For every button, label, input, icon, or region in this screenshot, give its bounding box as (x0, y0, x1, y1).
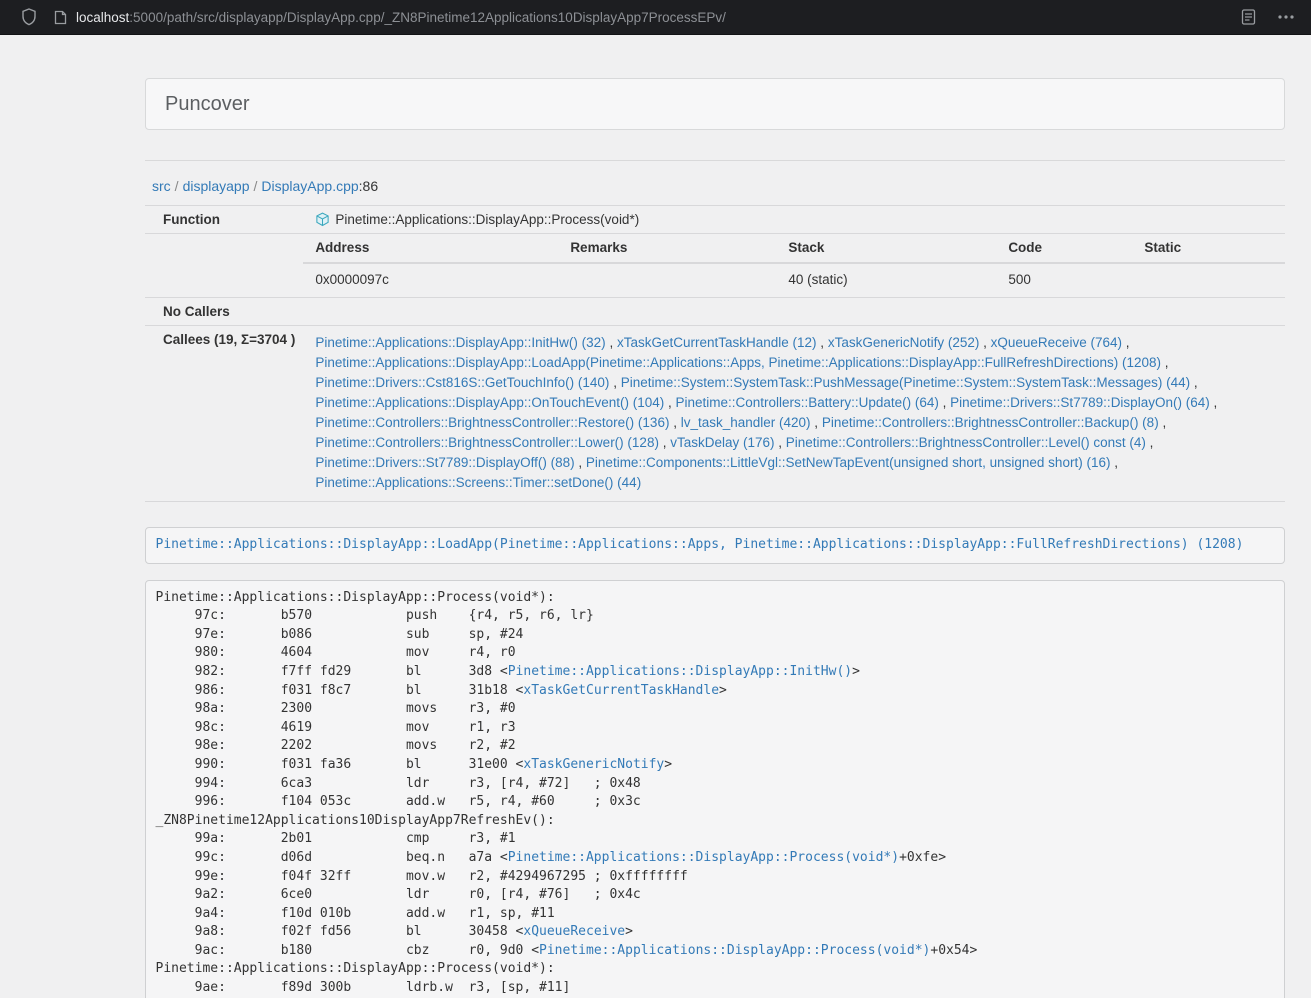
stats-row: AddressRemarksStackCodeStatic 0x0000097c… (145, 234, 1285, 298)
page-content: Puncover src/displayapp/DisplayApp.cpp:8… (145, 78, 1285, 998)
callee-link[interactable]: Pinetime::Controllers::BrightnessControl… (315, 415, 669, 430)
callee-separator: , (811, 415, 822, 430)
stats-value-stack: 40 (static) (776, 263, 996, 297)
callee-link[interactable]: lv_task_handler (420) (681, 415, 811, 430)
disassembly: Pinetime::Applications::DisplayApp::Proc… (145, 580, 1285, 998)
callee-separator: , (775, 435, 786, 450)
function-symbol-icon (315, 212, 330, 227)
stats-header-row: AddressRemarksStackCodeStatic (303, 234, 1285, 263)
callee-separator: , (1146, 435, 1154, 450)
callee-separator: , (939, 395, 950, 410)
callees-row: Callees (19, Σ=3704 ) Pinetime::Applicat… (145, 326, 1285, 502)
url-path: :5000/path/src/displayapp/DisplayApp.cpp… (129, 10, 726, 25)
browser-chrome: localhost:5000/path/src/displayapp/Displ… (0, 0, 1311, 35)
function-name: Pinetime::Applications::DisplayApp::Proc… (335, 212, 639, 227)
symbol-header-link[interactable]: Pinetime::Applications::DisplayApp::Load… (156, 537, 1244, 552)
callee-separator: , (669, 415, 680, 430)
callee-separator: , (1110, 455, 1118, 470)
tracking-shield-icon[interactable] (16, 4, 42, 30)
brand-link[interactable]: Puncover (165, 93, 250, 116)
callee-link[interactable]: xQueueReceive (764) (991, 335, 1122, 350)
page-icon (54, 10, 67, 25)
callee-separator: , (1190, 375, 1198, 390)
stats-value-code: 500 (996, 263, 1132, 297)
breadcrumb-link-displayapp.cpp[interactable]: DisplayApp.cpp (261, 178, 358, 194)
asm-symbol-link[interactable]: Pinetime::Applications::DisplayApp::Proc… (539, 943, 930, 958)
asm-symbol-link[interactable]: xQueueReceive (523, 924, 625, 939)
callee-link[interactable]: Pinetime::Controllers::BrightnessControl… (786, 435, 1146, 450)
stats-row-label (145, 234, 303, 298)
breadcrumb-separator: / (171, 178, 183, 194)
asm-symbol-link[interactable]: xTaskGenericNotify (523, 757, 664, 772)
callee-link[interactable]: Pinetime::System::SystemTask::PushMessag… (621, 375, 1190, 390)
symbol-header-box: Pinetime::Applications::DisplayApp::Load… (145, 527, 1285, 564)
breadcrumb: src/displayapp/DisplayApp.cpp:86 (145, 161, 1285, 205)
breadcrumb-link-displayapp[interactable]: displayapp (183, 178, 250, 194)
callee-separator: , (609, 375, 620, 390)
stats-header-stack: Stack (776, 234, 996, 263)
callee-link[interactable]: vTaskDelay (176) (670, 435, 774, 450)
asm-symbol-link[interactable]: Pinetime::Applications::DisplayApp::Init… (508, 664, 852, 679)
function-table: Function Pinetime::Applications::Display… (145, 205, 1285, 502)
url-bar[interactable]: localhost:5000/path/src/displayapp/Displ… (54, 10, 1223, 25)
reader-mode-icon[interactable] (1235, 4, 1261, 30)
callee-link[interactable]: Pinetime::Controllers::Battery::Update()… (676, 395, 939, 410)
stats-value-address: 0x0000097c (303, 263, 558, 297)
stats-value-row: 0x0000097c 40 (static)500 (303, 263, 1285, 297)
callee-link[interactable]: xTaskGenericNotify (252) (828, 335, 980, 350)
url-host: localhost (76, 10, 129, 25)
navbar: Puncover (145, 78, 1285, 130)
asm-symbol-link[interactable]: xTaskGetCurrentTaskHandle (523, 683, 719, 698)
stats-header-code: Code (996, 234, 1132, 263)
callee-link[interactable]: Pinetime::Drivers::St7789::DisplayOff() … (315, 455, 574, 470)
callees-cell: Pinetime::Applications::DisplayApp::Init… (303, 326, 1285, 502)
callee-separator: , (1159, 415, 1167, 430)
stats-table: AddressRemarksStackCodeStatic 0x0000097c… (303, 234, 1285, 297)
callee-link[interactable]: Pinetime::Controllers::BrightnessControl… (822, 415, 1159, 430)
breadcrumb-link-src[interactable]: src (152, 178, 171, 194)
callee-separator: , (664, 395, 675, 410)
overflow-menu-icon[interactable] (1273, 4, 1299, 30)
callees-label: Callees (19, Σ=3704 ) (145, 326, 303, 502)
no-callers-label: No Callers (145, 298, 303, 326)
url-text[interactable]: localhost:5000/path/src/displayapp/Displ… (76, 10, 726, 25)
callee-link[interactable]: Pinetime::Applications::DisplayApp::Init… (315, 335, 605, 350)
stats-header-address: Address (303, 234, 558, 263)
no-callers-row: No Callers (145, 298, 1285, 326)
callee-separator: , (1210, 395, 1218, 410)
stats-header-remarks: Remarks (558, 234, 776, 263)
callee-separator: , (1161, 355, 1169, 370)
callee-link[interactable]: Pinetime::Components::LittleVgl::SetNewT… (586, 455, 1111, 470)
breadcrumb-separator: / (250, 178, 262, 194)
callee-link[interactable]: Pinetime::Applications::DisplayApp::OnTo… (315, 395, 664, 410)
asm-symbol-link[interactable]: Pinetime::Applications::DisplayApp::Proc… (508, 850, 899, 865)
callee-separator: , (659, 435, 670, 450)
stats-value-remarks (558, 263, 776, 297)
callee-separator: , (979, 335, 990, 350)
callee-link[interactable]: Pinetime::Controllers::BrightnessControl… (315, 435, 659, 450)
function-row-label: Function (145, 206, 303, 234)
callee-link[interactable]: xTaskGetCurrentTaskHandle (12) (617, 335, 817, 350)
callee-link[interactable]: Pinetime::Applications::Screens::Timer::… (315, 475, 641, 490)
callee-link[interactable]: Pinetime::Drivers::St7789::DisplayOn() (… (950, 395, 1210, 410)
breadcrumb-line-number: :86 (359, 178, 378, 194)
callee-link[interactable]: Pinetime::Applications::DisplayApp::Load… (315, 355, 1161, 370)
stats-value-static (1132, 263, 1285, 297)
callee-separator: , (817, 335, 828, 350)
function-row: Function Pinetime::Applications::Display… (145, 206, 1285, 234)
callee-separator: , (1122, 335, 1130, 350)
callee-link[interactable]: Pinetime::Drivers::Cst816S::GetTouchInfo… (315, 375, 609, 390)
callee-separator: , (606, 335, 617, 350)
callee-separator: , (575, 455, 586, 470)
stats-header-static: Static (1132, 234, 1285, 263)
